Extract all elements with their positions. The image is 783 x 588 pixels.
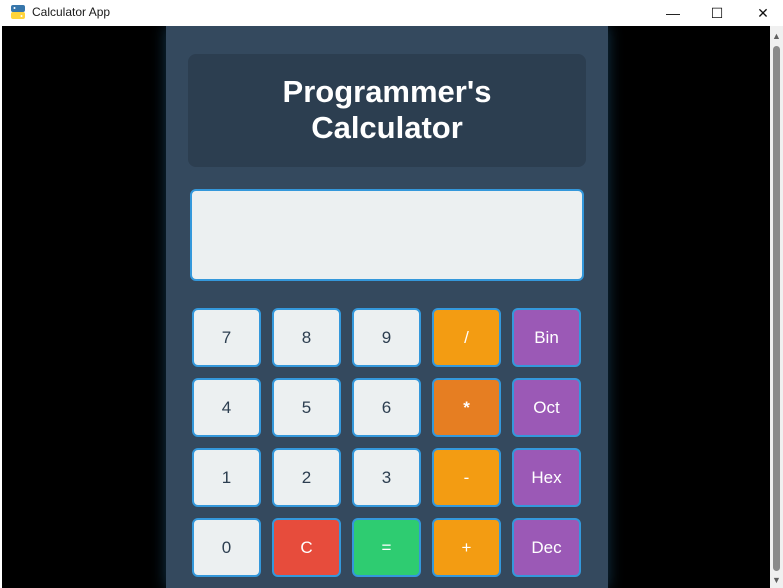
close-icon: ✕: [757, 4, 769, 21]
button-5[interactable]: 5: [272, 378, 341, 437]
button-4[interactable]: 4: [192, 378, 261, 437]
button-clear[interactable]: C: [272, 518, 341, 577]
calculator-header: Programmer's Calculator: [188, 54, 586, 167]
python-app-icon: [11, 5, 25, 19]
scroll-down-icon[interactable]: ▼: [770, 574, 783, 586]
maximize-icon: ☐: [710, 4, 724, 21]
maximize-button[interactable]: ☐: [694, 0, 740, 26]
button-dec[interactable]: Dec: [512, 518, 581, 577]
button-equals[interactable]: =: [352, 518, 421, 577]
calculator-heading: Programmer's Calculator: [282, 74, 492, 145]
button-1[interactable]: 1: [192, 448, 261, 507]
close-button[interactable]: ✕: [740, 0, 783, 26]
window-content: Programmer's Calculator 7 8 9/Bin 4 5 6 * Oct 1 2…: [2, 26, 770, 588]
calculator-panel: Programmer's Calculator 7 8 9/Bin 4 5 6 * Oct 1 2…: [166, 26, 608, 588]
window-title: Calculator App: [32, 5, 111, 19]
button-2[interactable]: 2: [272, 448, 341, 507]
button-hex[interactable]: Hex: [512, 448, 581, 507]
app-window: Calculator App — ☐ ✕ Programmer's Calcul…: [0, 0, 783, 588]
minimize-icon: —: [666, 5, 680, 21]
button-add[interactable]: +: [432, 518, 501, 577]
button-3[interactable]: 3: [352, 448, 421, 507]
button-9[interactable]: 9: [352, 308, 421, 367]
button-7[interactable]: 7: [192, 308, 261, 367]
button-multiply[interactable]: *: [432, 378, 501, 437]
scroll-thumb[interactable]: [773, 46, 780, 571]
button-0[interactable]: 0: [192, 518, 261, 577]
minimize-button[interactable]: —: [650, 0, 696, 26]
calculator-display[interactable]: [190, 189, 584, 281]
button-bin[interactable]: Bin: [512, 308, 581, 367]
button-subtract[interactable]: -: [432, 448, 501, 507]
button-divide[interactable]: /: [432, 308, 501, 367]
scroll-up-icon[interactable]: ▲: [770, 30, 783, 42]
button-6[interactable]: 6: [352, 378, 421, 437]
title-bar[interactable]: Calculator App — ☐ ✕: [0, 0, 783, 26]
vertical-scrollbar[interactable]: ▲ ▼: [770, 26, 783, 588]
button-oct[interactable]: Oct: [512, 378, 581, 437]
button-8[interactable]: 8: [272, 308, 341, 367]
